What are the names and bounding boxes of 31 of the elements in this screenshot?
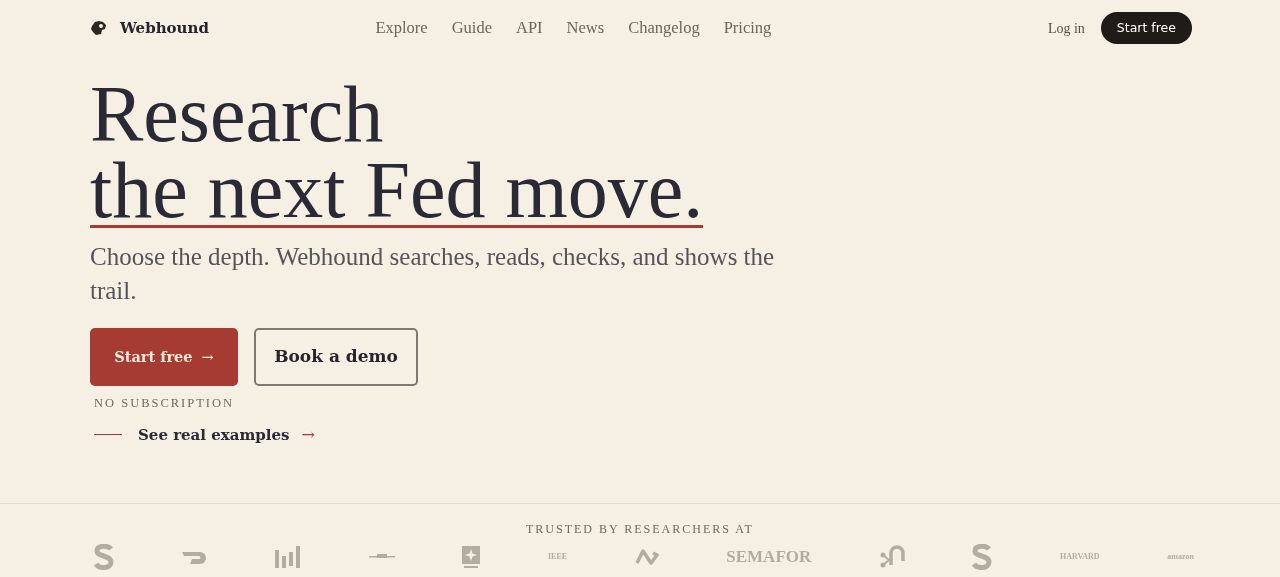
start-free-button[interactable]: Start free → [90,328,238,386]
book-demo-button[interactable]: Book a demo [254,328,418,386]
logo-icon [878,544,905,569]
note-text: NO SUBSCRIPTION [94,395,236,412]
nav-link[interactable]: Guide [451,15,492,41]
logo-wordmark: amazon [1167,550,1194,563]
logo-wordmark: IEEE [547,550,568,563]
arrow-icon: → [301,422,315,447]
subtitle: Choose the depth. Webhound searches, reads, checks, and shows the trail. [90,242,776,306]
headline: Research [90,70,384,158]
nav-link[interactable]: News [566,15,605,41]
nav-link[interactable]: Pricing [723,15,772,41]
logo-icon [275,545,302,568]
headline: the next Fed move. [90,155,704,228]
nav-link[interactable]: Explore [375,15,428,41]
dog-head-icon [90,19,108,37]
logo-wordmark: SEMAFOR [726,546,812,568]
nav-link[interactable]: Changelog [628,15,700,41]
rule-line [94,434,122,436]
logo-icon [634,548,659,565]
logo-wordmark: HARVARD [1060,550,1100,563]
examples-link[interactable]: See real examples [138,423,290,446]
logo-icon [972,543,993,570]
login-link[interactable]: Log in [1047,17,1085,39]
logo-icon [94,543,114,570]
nav-link[interactable]: API [516,15,543,41]
logo-icon [181,549,208,564]
logo-icon [462,545,481,568]
trusted-heading: TRUSTED BY RESEARCHERS AT [526,521,754,536]
start-free-button[interactable]: Start free [1100,11,1192,45]
brand-name[interactable]: Webhound [120,16,209,40]
